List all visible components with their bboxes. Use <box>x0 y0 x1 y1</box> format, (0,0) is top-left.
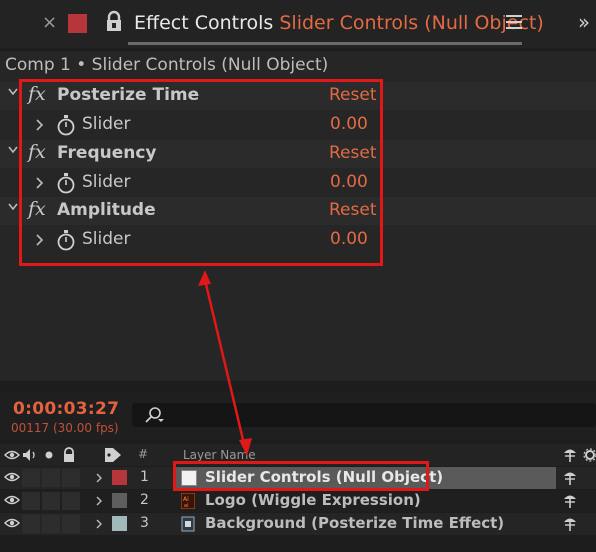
solo-toggle[interactable] <box>42 469 60 487</box>
chevron-down-icon[interactable] <box>8 145 18 155</box>
comp-path-text: Comp 1 • Slider Controls (Null Object) <box>5 55 329 75</box>
eye-icon[interactable] <box>4 449 20 461</box>
solo-toggle[interactable] <box>42 492 60 510</box>
footage-file-icon <box>181 516 195 532</box>
layer-name[interactable]: Background (Posterize Time Effect) <box>205 514 504 532</box>
layer-number: 2 <box>140 492 149 508</box>
label-tag-icon[interactable] <box>104 447 122 463</box>
close-panel-icon[interactable]: × <box>42 12 57 33</box>
audio-icon[interactable] <box>22 448 38 462</box>
expand-arrow-icon[interactable] <box>95 496 103 506</box>
layer-number: 3 <box>140 515 149 531</box>
shy-switch-icon[interactable] <box>562 447 578 463</box>
settings-gear-icon[interactable] <box>582 447 596 463</box>
panel-color-swatch <box>68 14 87 33</box>
search-icon[interactable] <box>142 406 164 424</box>
layer-number: 1 <box>140 469 149 485</box>
layer-annotation-box <box>173 461 429 491</box>
lock-toggle[interactable] <box>62 515 80 533</box>
effects-annotation-box <box>19 79 383 266</box>
layer-name[interactable]: Logo (Wiggle Expression) <box>205 491 421 509</box>
solo-icon[interactable] <box>45 451 53 459</box>
lock-column-icon[interactable] <box>62 447 76 463</box>
panel-title-layer: Slider Controls (Null Object) <box>279 12 544 34</box>
eye-icon[interactable] <box>4 494 20 506</box>
layer-row[interactable]: 2 Ai ai Logo (Wiggle Expression) <box>0 490 596 512</box>
active-tab-underline <box>128 42 522 45</box>
effect-controls-tab-bar: × Effect Controls Slider Controls (Null … <box>0 0 596 48</box>
svg-text:Ai: Ai <box>183 496 189 503</box>
lock-icon[interactable] <box>104 10 124 34</box>
chevron-down-icon[interactable] <box>8 202 18 212</box>
lock-toggle[interactable] <box>62 492 80 510</box>
audio-toggle[interactable] <box>22 492 40 510</box>
svg-text:ai: ai <box>184 503 188 509</box>
shy-switch-icon[interactable] <box>562 493 578 509</box>
audio-toggle[interactable] <box>22 469 40 487</box>
comp-breadcrumb: Comp 1 • Slider Controls (Null Object) <box>0 51 596 81</box>
expand-arrow-icon[interactable] <box>95 473 103 483</box>
label-color-swatch[interactable] <box>112 470 127 485</box>
annotation-double-arrow <box>198 270 252 456</box>
panel-title[interactable]: Effect Controls Slider Controls (Null Ob… <box>134 12 544 34</box>
panel-title-label: Effect Controls <box>134 12 274 34</box>
frame-rate-info: 00117 (30.00 fps) <box>11 421 119 435</box>
label-color-swatch[interactable] <box>112 516 127 531</box>
solo-toggle[interactable] <box>42 515 60 533</box>
layer-row[interactable]: 3 Background (Posterize Time Effect) <box>0 513 596 535</box>
shy-switch-icon[interactable] <box>562 516 578 532</box>
chevron-down-icon[interactable] <box>8 87 18 97</box>
panel-menu-icon[interactable] <box>506 14 524 30</box>
lock-toggle[interactable] <box>62 469 80 487</box>
audio-toggle[interactable] <box>22 515 40 533</box>
illustrator-file-icon: Ai ai <box>181 493 195 509</box>
layer-number-column-header: # <box>138 447 149 461</box>
eye-icon[interactable] <box>4 517 20 529</box>
expand-arrow-icon[interactable] <box>95 519 103 529</box>
current-timecode[interactable]: 0:00:03:27 <box>13 399 119 419</box>
more-panels-icon[interactable]: ›› <box>578 10 590 34</box>
label-color-swatch[interactable] <box>112 493 127 508</box>
eye-icon[interactable] <box>4 471 20 483</box>
shy-switch-icon[interactable] <box>562 470 578 486</box>
